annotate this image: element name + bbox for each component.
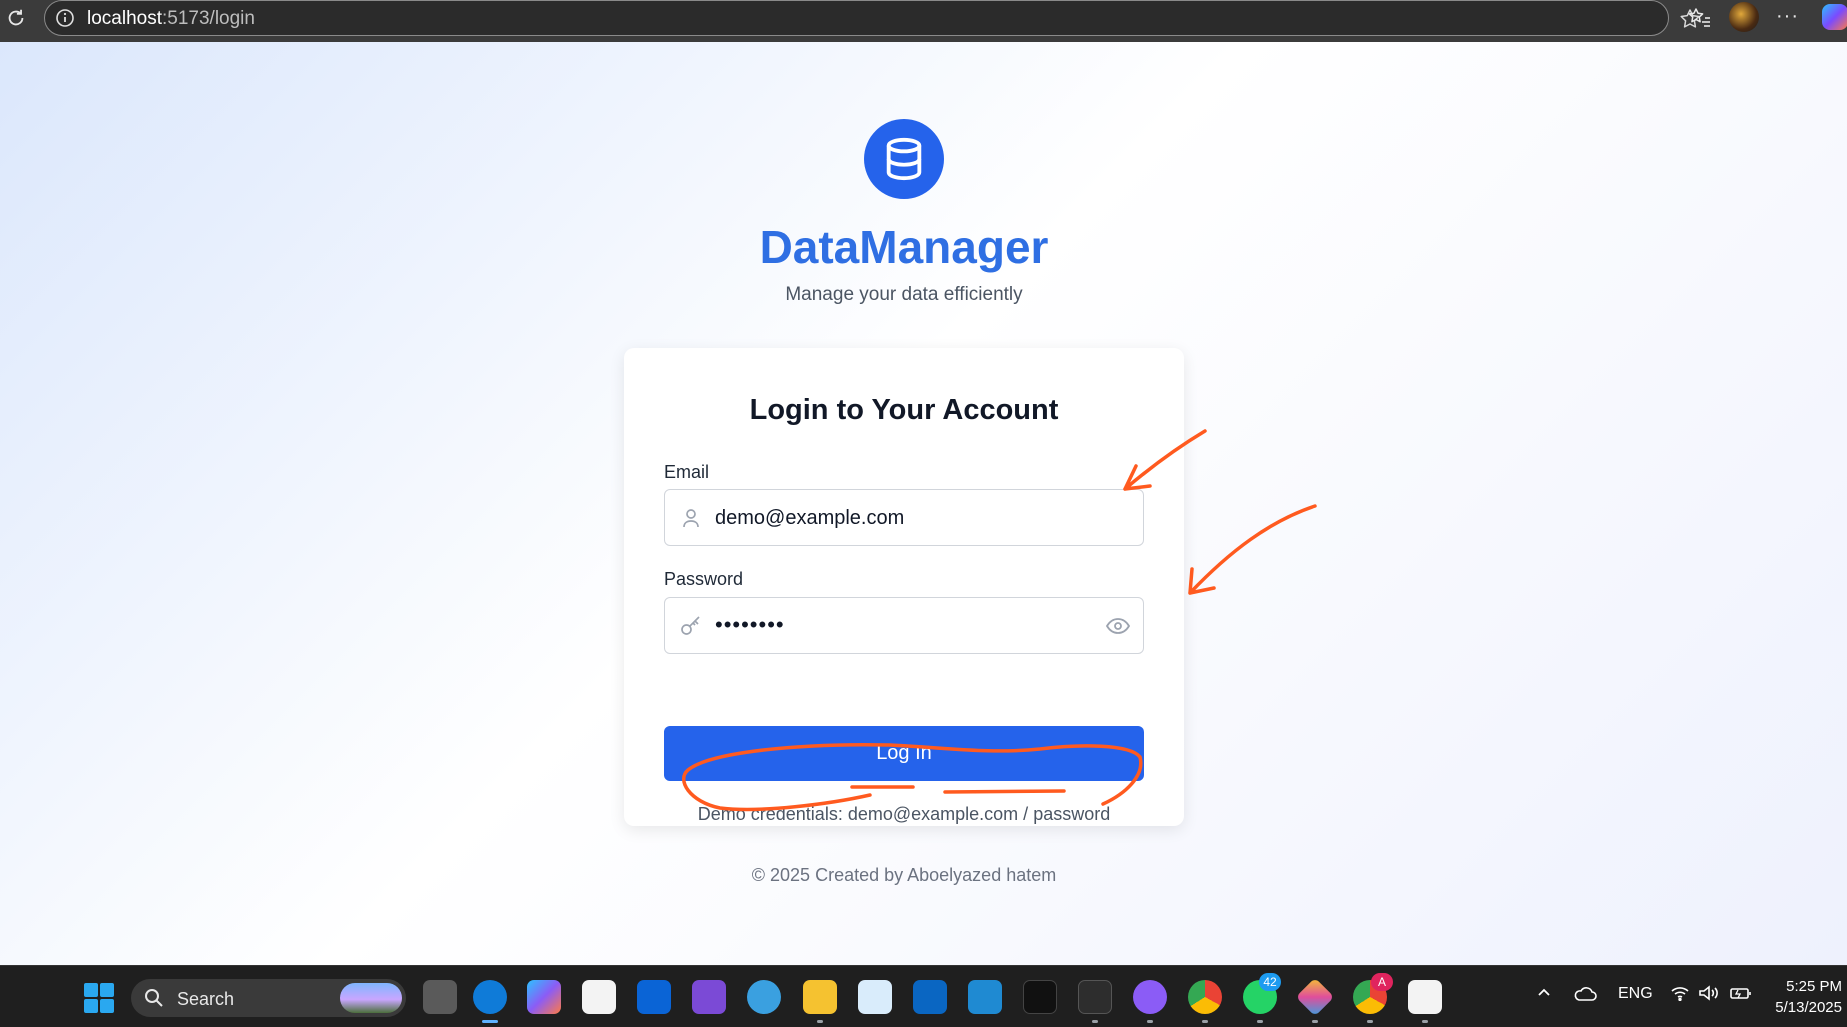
- password-value: ••••••••: [715, 612, 785, 637]
- file-explorer-indicator: [817, 1020, 823, 1023]
- snip-sketch-indicator: [1422, 1020, 1428, 1023]
- reload-icon[interactable]: [2, 4, 30, 32]
- battery-icon[interactable]: [1729, 985, 1753, 1006]
- github-desktop-icon[interactable]: [1133, 980, 1167, 1014]
- show-password-eye-icon[interactable]: [1105, 614, 1131, 638]
- email-field[interactable]: demo@example.com: [664, 489, 1144, 546]
- wifi-icon[interactable]: [1670, 985, 1690, 1006]
- git-tool-indicator: [1312, 1020, 1318, 1023]
- onedrive-cloud-icon[interactable]: [1573, 985, 1597, 1008]
- email-label: Email: [664, 462, 710, 482]
- github-indicator: [1147, 1020, 1153, 1023]
- login-page: DataManager Manage your data efficiently…: [0, 42, 1847, 965]
- profile-avatar[interactable]: [1729, 2, 1759, 32]
- git-tool-icon[interactable]: [1295, 977, 1335, 1017]
- terminal-indicator: [1092, 1020, 1098, 1023]
- login-card-title: Login to Your Account: [749, 394, 1059, 426]
- demo-credentials-email: demo@example.com: [847, 804, 1019, 824]
- clock-time: 5:25 PM: [1786, 978, 1842, 995]
- chrome-profile-indicator: [1367, 1020, 1373, 1023]
- copilot-app-icon[interactable]: [527, 980, 561, 1014]
- key-icon: [679, 614, 703, 638]
- login-button[interactable]: Log In: [664, 726, 1144, 781]
- password-field[interactable]: ••••••••: [664, 597, 1144, 654]
- search-icon: [144, 988, 164, 1008]
- taskbar-search-label: Search: [177, 989, 235, 1009]
- volume-icon[interactable]: [1698, 985, 1720, 1006]
- app-title: DataManager: [759, 221, 1049, 273]
- favorites-icon[interactable]: [1687, 5, 1713, 31]
- password-label: Password: [664, 569, 744, 589]
- url-host: localhost: [87, 8, 162, 29]
- tiktok-icon[interactable]: [1023, 980, 1057, 1014]
- search-highlight-image: [340, 983, 402, 1013]
- demo-credentials-password: password: [1033, 804, 1111, 824]
- snip-sketch-icon[interactable]: [1408, 980, 1442, 1014]
- demo-credentials-prefix: Demo credentials:: [697, 804, 848, 824]
- edge-active-indicator: [482, 1020, 498, 1023]
- clock-date: 5/13/2025: [1775, 999, 1842, 1016]
- language-indicator[interactable]: ENG: [1618, 985, 1653, 1003]
- address-bar[interactable]: localhost:5173/login: [44, 0, 1700, 36]
- linkedin-icon[interactable]: [913, 980, 947, 1014]
- outlook-icon[interactable]: [637, 980, 671, 1014]
- vscode-icon[interactable]: [968, 980, 1002, 1014]
- snipping-tool-icon[interactable]: [858, 980, 892, 1014]
- login-card: Login to Your Account Email demo@example…: [624, 348, 1184, 826]
- taskbar: Search 42 A ENG 5:25 PM 5/13/2025: [0, 965, 1847, 1027]
- taskbar-search[interactable]: Search: [131, 979, 406, 1017]
- page-footer: © 2025 Created by Aboelyazed hatem: [751, 865, 1057, 885]
- url-path: :5173/login: [162, 8, 255, 29]
- site-info-icon[interactable]: [55, 8, 75, 28]
- demo-credentials-separator: /: [1018, 804, 1034, 824]
- app-tagline: Manage your data efficiently: [785, 284, 1023, 305]
- whatsapp-indicator: [1257, 1020, 1263, 1023]
- email-value: demo@example.com: [715, 507, 905, 529]
- terminal-icon[interactable]: [1078, 980, 1112, 1014]
- system-clock[interactable]: 5:25 PM 5/13/2025: [1762, 976, 1842, 1018]
- edge-browser-icon[interactable]: [473, 980, 507, 1014]
- url-text: localhost:5173/login: [87, 8, 255, 30]
- windows-start-icon[interactable]: [84, 983, 114, 1013]
- paint-icon[interactable]: [747, 980, 781, 1014]
- chrome-indicator: [1202, 1020, 1208, 1023]
- file-explorer-icon[interactable]: [803, 980, 837, 1014]
- user-icon: [679, 506, 703, 530]
- whatsapp-badge: 42: [1259, 973, 1281, 991]
- visual-studio-icon[interactable]: [692, 980, 726, 1014]
- task-view-icon[interactable]: [423, 980, 457, 1014]
- demo-credentials: Demo credentials: demo@example.com / pas…: [624, 804, 1184, 825]
- chrome-icon[interactable]: [1188, 980, 1222, 1014]
- database-icon: [864, 119, 944, 199]
- copilot-icon[interactable]: [1822, 4, 1847, 30]
- microsoft-store-icon[interactable]: [582, 980, 616, 1014]
- chrome-profile-badge: A: [1371, 973, 1393, 991]
- more-menu-icon[interactable]: ···: [1776, 5, 1799, 28]
- chevron-up-icon[interactable]: [1536, 985, 1552, 1006]
- browser-toolbar: localhost:5173/login ···: [0, 0, 1847, 42]
